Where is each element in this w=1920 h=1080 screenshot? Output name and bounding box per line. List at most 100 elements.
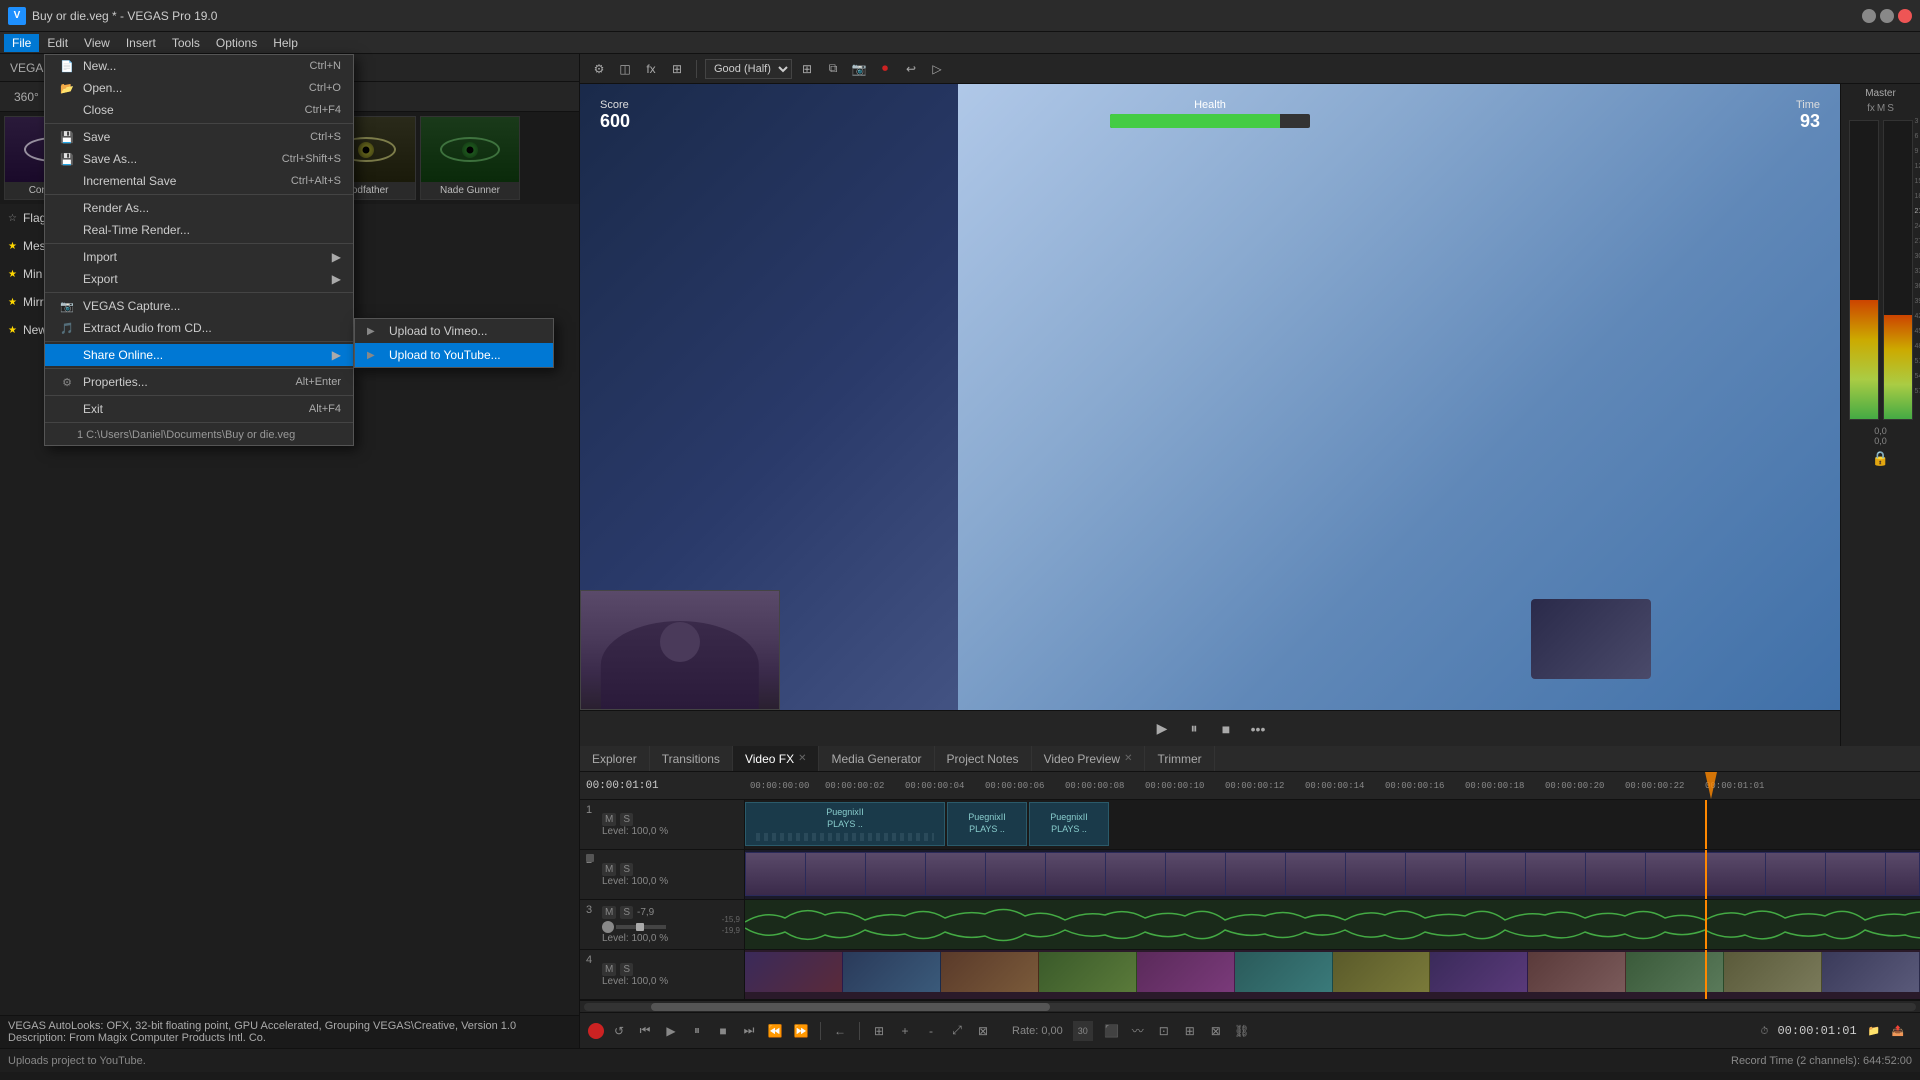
sync-button[interactable]: ↩: [900, 58, 922, 80]
tab-video-fx[interactable]: Video FX ✕: [733, 746, 820, 771]
track-3-volume-icon[interactable]: [602, 921, 614, 933]
effects-chain-btn[interactable]: ⛓: [1231, 1020, 1253, 1042]
menu-edit[interactable]: Edit: [39, 34, 76, 52]
menu-export[interactable]: Export ▶: [45, 268, 353, 290]
menu-realtime-render[interactable]: Real-Time Render...: [45, 219, 353, 241]
timeline-scrollbar[interactable]: [580, 1000, 1920, 1012]
zoom-fit[interactable]: ⤢: [946, 1020, 968, 1042]
track-2-m-btn[interactable]: M: [602, 863, 616, 876]
menu-tools[interactable]: Tools: [164, 34, 208, 52]
video-clip-1[interactable]: PuegnixIIPLAYS ..: [745, 802, 945, 846]
screenshot-button[interactable]: 📷: [848, 58, 870, 80]
tab-video-preview[interactable]: Video Preview ✕: [1032, 746, 1146, 771]
copy-button[interactable]: ⧉: [822, 58, 844, 80]
quality-dropdown[interactable]: Good (Half) Best (Full) Draft: [705, 59, 792, 79]
waveform-btn[interactable]: 〰: [1127, 1020, 1149, 1042]
stop-button[interactable]: ■: [1214, 717, 1238, 741]
menu-extract-audio[interactable]: 🎵 Extract Audio from CD...: [45, 317, 353, 339]
play-btn-2[interactable]: ▶: [660, 1020, 682, 1042]
rewind-button[interactable]: ⏪: [764, 1020, 786, 1042]
track-4-s-btn[interactable]: S: [620, 963, 633, 976]
track-2-dots[interactable]: [586, 854, 594, 862]
menu-new[interactable]: 📄 New... Ctrl+N: [45, 55, 353, 77]
menu-incremental-save[interactable]: Incremental Save Ctrl+Alt+S: [45, 170, 353, 192]
menu-help[interactable]: Help: [265, 34, 306, 52]
next-button[interactable]: ⏭: [738, 1020, 760, 1042]
tab-video-fx-close[interactable]: ✕: [798, 753, 806, 764]
submenu-youtube[interactable]: ▶ Upload to YouTube...: [355, 343, 553, 367]
forward-button[interactable]: ⏩: [790, 1020, 812, 1042]
more-button[interactable]: •••: [1246, 717, 1270, 741]
settings-button[interactable]: ⚙: [588, 58, 610, 80]
zoom-in[interactable]: +: [894, 1020, 916, 1042]
marker-button[interactable]: ⊠: [972, 1020, 994, 1042]
tab-360[interactable]: 360°: [10, 88, 43, 106]
record-button[interactable]: ⏺: [874, 58, 896, 80]
grid-button[interactable]: ⊞: [796, 58, 818, 80]
menu-insert[interactable]: Insert: [118, 34, 164, 52]
lock-icon[interactable]: 🔒: [1872, 450, 1889, 467]
tab-transitions[interactable]: Transitions: [650, 746, 733, 771]
tab-trimmer[interactable]: Trimmer: [1145, 746, 1214, 771]
s-label[interactable]: S: [1887, 103, 1894, 114]
audio-bus-btn[interactable]: ⊞: [1179, 1020, 1201, 1042]
video-clip-2[interactable]: PuegnixIIPLAYS ..: [947, 802, 1027, 846]
menu-render-as[interactable]: Render As...: [45, 197, 353, 219]
menu-vegas-capture[interactable]: 📷 VEGAS Capture...: [45, 295, 353, 317]
pause-btn-2[interactable]: ⏸: [686, 1020, 708, 1042]
game-clip-11: [1724, 952, 1822, 992]
track-2-s-btn[interactable]: S: [620, 863, 633, 876]
submenu-vimeo[interactable]: ▶ Upload to Vimeo...: [355, 319, 553, 343]
expand-button[interactable]: ▷: [926, 58, 948, 80]
track-1-m-btn[interactable]: M: [602, 813, 616, 826]
menu-import[interactable]: Import ▶: [45, 246, 353, 268]
scroll-thumb[interactable]: [651, 1003, 1051, 1011]
minimize-button[interactable]: [1862, 9, 1876, 23]
menu-save-as[interactable]: 💾 Save As... Ctrl+Shift+S: [45, 148, 353, 170]
effect-thumb-nade-gunner[interactable]: Nade Gunner: [420, 116, 520, 200]
menu-close[interactable]: Close Ctrl+F4: [45, 99, 353, 121]
menu-exit[interactable]: Exit Alt+F4: [45, 398, 353, 420]
webcam-strip[interactable]: [745, 852, 1920, 896]
fx-label[interactable]: fx: [1867, 103, 1875, 114]
track-4-m-btn[interactable]: M: [602, 963, 616, 976]
channel-btn[interactable]: ⊠: [1205, 1020, 1227, 1042]
tab-project-notes[interactable]: Project Notes: [935, 746, 1032, 771]
pause-button[interactable]: ⏸: [1182, 717, 1206, 741]
fps-button[interactable]: 30: [1073, 1021, 1093, 1041]
track-3-fader[interactable]: [616, 925, 666, 929]
stop-btn-2[interactable]: ■: [712, 1020, 734, 1042]
menu-open[interactable]: 📂 Open... Ctrl+O: [45, 77, 353, 99]
maximize-button[interactable]: [1880, 9, 1894, 23]
tab-media-generator[interactable]: Media Generator: [819, 746, 934, 771]
m-label[interactable]: M: [1877, 103, 1885, 114]
zoom-out[interactable]: -: [920, 1020, 942, 1042]
video-clip-3[interactable]: PuegnixIIPLAYS ..: [1029, 802, 1109, 846]
menu-options[interactable]: Options: [208, 34, 265, 52]
track-3-s-btn[interactable]: S: [620, 906, 633, 919]
fader-thumb[interactable]: [636, 923, 644, 931]
loop-button[interactable]: ↺: [608, 1020, 630, 1042]
menu-share-online[interactable]: Share Online... ▶: [45, 344, 353, 366]
menu-file[interactable]: File: [4, 34, 39, 52]
prev-button[interactable]: ⏮: [634, 1020, 656, 1042]
track-1-s-btn[interactable]: S: [620, 813, 633, 826]
transform-button[interactable]: ⊞: [666, 58, 688, 80]
play-button[interactable]: ▶: [1150, 717, 1174, 741]
menu-properties[interactable]: ⚙ Properties... Alt+Enter: [45, 371, 353, 393]
menu-save[interactable]: 💾 Save Ctrl+S: [45, 126, 353, 148]
saveas-icon: 💾: [57, 153, 77, 166]
tab-video-preview-close[interactable]: ✕: [1124, 753, 1132, 764]
menu-view[interactable]: View: [76, 34, 118, 52]
arrow-left[interactable]: ←: [829, 1020, 851, 1042]
track-height-btn[interactable]: ⬛: [1101, 1020, 1123, 1042]
track-3-m-btn[interactable]: M: [602, 906, 616, 919]
config-button[interactable]: ◫: [614, 58, 636, 80]
video-scopes-btn[interactable]: ⊡: [1153, 1020, 1175, 1042]
fx-button[interactable]: fx: [640, 58, 662, 80]
close-button[interactable]: [1898, 9, 1912, 23]
menu-recent-1[interactable]: 1 C:\Users\Daniel\Documents\Buy or die.v…: [45, 425, 353, 445]
snap-button[interactable]: ⊞: [868, 1020, 890, 1042]
tab-explorer[interactable]: Explorer: [580, 746, 650, 771]
record-button[interactable]: [588, 1023, 604, 1039]
